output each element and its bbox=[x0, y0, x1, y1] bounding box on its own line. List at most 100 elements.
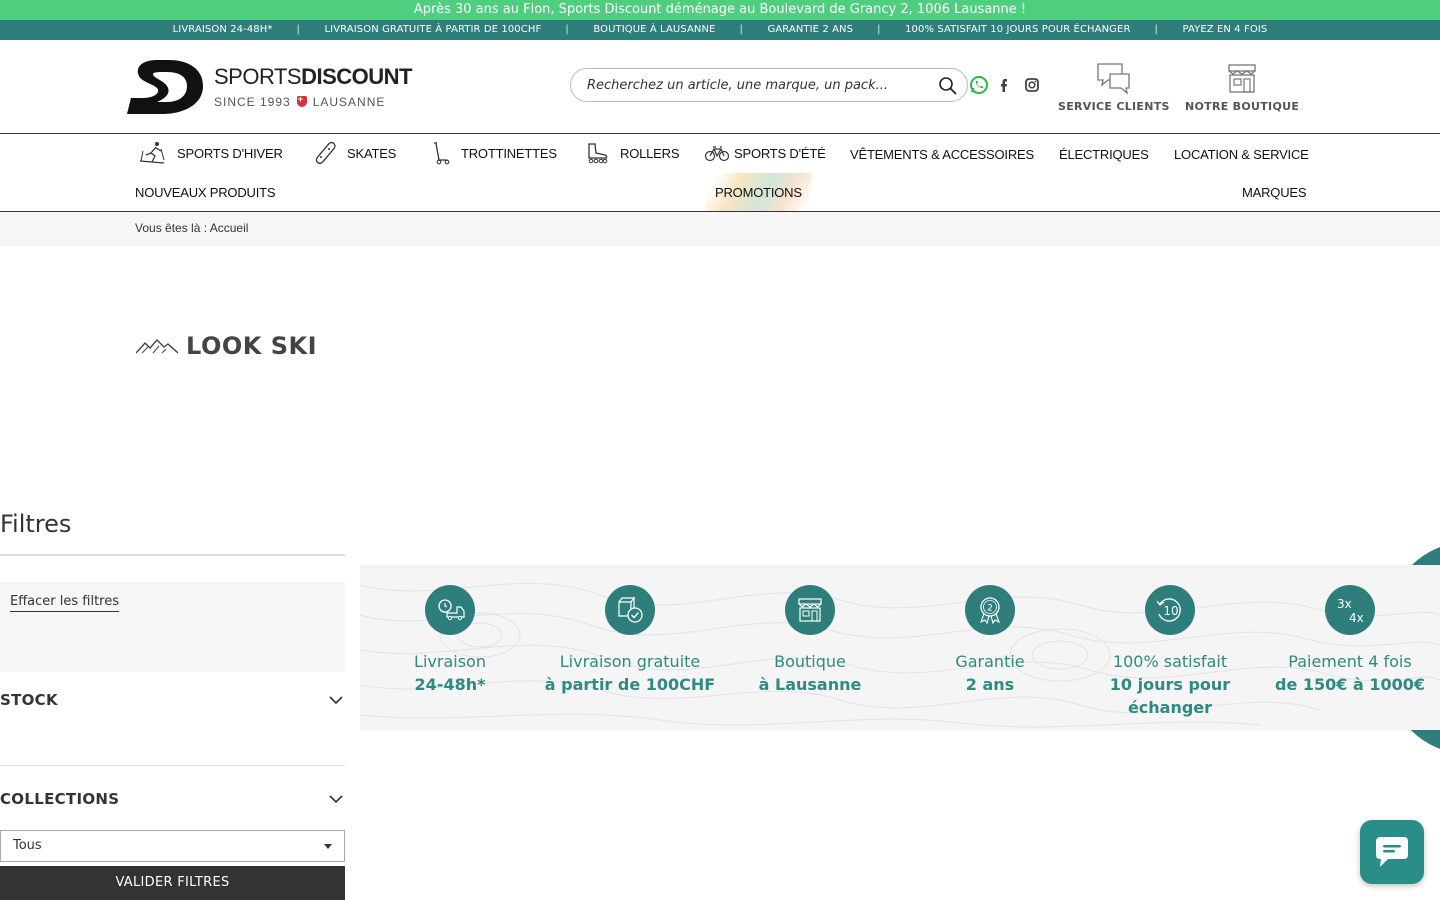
nav-rollers[interactable]: ROLLERS bbox=[586, 141, 679, 165]
feature-line2: 2 ans bbox=[965, 675, 1015, 694]
feature-line1: Livraison bbox=[414, 652, 486, 671]
feature-livraison: Livraison 24-48h* bbox=[360, 585, 540, 696]
feature-line2: à partir de 100CHF bbox=[544, 675, 716, 694]
service-clients-label: SERVICE CLIENTS bbox=[1058, 100, 1170, 113]
logo-since-text: SINCE 1993 bbox=[214, 95, 291, 109]
scooter-icon bbox=[434, 142, 450, 165]
notre-boutique-label: NOTRE BOUTIQUE bbox=[1185, 100, 1300, 113]
validate-filters-button[interactable]: VALIDER FILTRES bbox=[0, 866, 345, 900]
nav-electriques[interactable]: ÉLECTRIQUES bbox=[1059, 142, 1149, 166]
chevron-down-icon bbox=[329, 696, 343, 705]
nav-skates[interactable]: SKATES bbox=[313, 141, 396, 165]
instagram-icon[interactable] bbox=[1022, 75, 1042, 95]
breadcrumb: Vous êtes là : Accueil bbox=[0, 212, 1440, 246]
usp-item: 100% SATISFAIT 10 JOURS POUR ÉCHANGER bbox=[877, 20, 1156, 40]
nav-label: MARQUES bbox=[1242, 184, 1307, 200]
feature-line2: 10 jours pour échanger bbox=[1109, 675, 1231, 717]
skateboard-icon bbox=[315, 141, 336, 164]
nav-label: VÊTEMENTS & ACCESSOIRES bbox=[850, 146, 1034, 162]
caret-down-icon bbox=[324, 844, 332, 849]
nav-label: ROLLERS bbox=[620, 145, 680, 161]
feature-line1: Boutique bbox=[774, 652, 846, 671]
announcement-banner: Après 30 ans au Flon, Sports Discount dé… bbox=[0, 0, 1440, 20]
nav-location[interactable]: LOCATION & SERVICE bbox=[1174, 142, 1309, 166]
nav-label: TROTTINETTES bbox=[461, 145, 557, 161]
nav-marques[interactable]: MARQUES bbox=[1242, 180, 1307, 204]
nav-sports-ete[interactable]: SPORTS D'ÉTÉ bbox=[704, 141, 826, 165]
facet-stock[interactable]: STOCK bbox=[0, 691, 345, 709]
usp-bar: LIVRAISON 24-48H* LIVRAISON GRATUITE À P… bbox=[0, 20, 1440, 40]
feature-satisfait: 10 100% satisfait 10 jours pour échanger bbox=[1080, 585, 1260, 719]
facebook-icon[interactable] bbox=[994, 75, 1014, 95]
logo-mark-icon bbox=[127, 60, 203, 114]
service-clients-button[interactable]: SERVICE CLIENTS bbox=[1058, 62, 1170, 113]
logo-since: SINCE 1993 LAUSANNE bbox=[214, 94, 386, 109]
site-logo[interactable]: SPORTSDISCOUNT SINCE 1993 LAUSANNE bbox=[127, 58, 412, 118]
nav-label: PROMOTIONS bbox=[715, 184, 802, 200]
feature-line1: 100% satisfait bbox=[1112, 652, 1228, 671]
logo-brand-bold: DISCOUNT bbox=[301, 64, 412, 89]
feature-line1: Garantie bbox=[955, 652, 1025, 671]
logo-city: LAUSANNE bbox=[312, 95, 386, 109]
feature-line2: 24-48h* bbox=[414, 675, 486, 694]
nav-sports-hiver[interactable]: SPORTS D'HIVER bbox=[137, 141, 283, 165]
features-strip: Livraison 24-48h* Livraison gratuite à p… bbox=[360, 565, 1440, 730]
clear-filters-box: Effacer les filtres bbox=[0, 582, 345, 672]
usp-item: LIVRAISON GRATUITE À PARTIR DE 100CHF bbox=[297, 20, 568, 40]
nav-vetements[interactable]: VÊTEMENTS & ACCESSOIRES bbox=[850, 142, 1034, 166]
logo-brand-light: SPORTS bbox=[214, 64, 302, 89]
nav-label: SPORTS D'HIVER bbox=[177, 145, 283, 161]
skier-icon bbox=[139, 142, 165, 164]
usp-item: GARANTIE 2 ANS bbox=[739, 20, 879, 40]
bicycle-icon bbox=[704, 146, 730, 162]
feature-line2: à Lausanne bbox=[758, 675, 862, 694]
nav-trottinettes[interactable]: TROTTINETTES bbox=[427, 141, 557, 165]
chat-icon bbox=[1376, 837, 1408, 867]
store-icon bbox=[785, 585, 835, 635]
roller-skate-icon bbox=[588, 143, 608, 164]
nav-nouveaux-produits[interactable]: NOUVEAUX PRODUITS bbox=[135, 180, 276, 204]
nav-label: LOCATION & SERVICE bbox=[1174, 146, 1309, 162]
feature-livraison-gratuite: Livraison gratuite à partir de 100CHF bbox=[540, 585, 720, 696]
nav-label: SPORTS D'ÉTÉ bbox=[734, 145, 826, 161]
feature-boutique: Boutique à Lausanne bbox=[720, 585, 900, 696]
usp-item: LIVRAISON 24-48H* bbox=[172, 24, 273, 35]
site-header: SPORTSDISCOUNT SINCE 1993 LAUSANNE SERVIC… bbox=[0, 40, 1440, 134]
swiss-cross-icon bbox=[296, 94, 307, 107]
filters-title: Filtres bbox=[0, 510, 345, 556]
usp-item: PAYEZ EN 4 FOIS bbox=[1155, 20, 1294, 40]
live-chat-button[interactable] bbox=[1360, 820, 1424, 884]
page-title: LOOK SKI bbox=[136, 332, 317, 360]
ten-days-number: 10 bbox=[1163, 604, 1178, 618]
warranty-badge-number: 2 bbox=[987, 604, 993, 614]
search-icon[interactable] bbox=[938, 76, 958, 96]
delivery-truck-icon bbox=[425, 585, 475, 635]
collections-select[interactable]: Tous bbox=[0, 830, 345, 862]
chat-bubbles-icon bbox=[1097, 63, 1130, 95]
feature-paiement: 3x 4x Paiement 4 fois de 150€ à 1000€ bbox=[1260, 585, 1440, 696]
whatsapp-icon[interactable] bbox=[969, 75, 989, 95]
search-input[interactable] bbox=[587, 75, 927, 95]
installments-3x: 3x bbox=[1337, 597, 1352, 611]
feature-line2: de 150€ à 1000€ bbox=[1274, 675, 1425, 694]
usp-item: BOUTIQUE À LAUSANNE bbox=[565, 20, 741, 40]
notre-boutique-button[interactable]: NOTRE BOUTIQUE bbox=[1185, 62, 1299, 113]
clear-filters-link[interactable]: Effacer les filtres bbox=[10, 594, 120, 612]
nav-label: NOUVEAUX PRODUITS bbox=[135, 184, 276, 200]
collections-select-value: Tous bbox=[13, 838, 42, 853]
main-nav: SPORTS D'HIVER SKATES TROTTINETTES ROLLE… bbox=[0, 134, 1440, 212]
logo-brand: SPORTSDISCOUNT bbox=[214, 64, 412, 90]
facet-divider bbox=[0, 765, 345, 766]
chevron-down-icon bbox=[329, 795, 343, 804]
warranty-badge-icon: 2 bbox=[965, 585, 1015, 635]
facet-collections[interactable]: COLLECTIONS bbox=[0, 790, 345, 808]
installments-icon: 3x 4x bbox=[1325, 585, 1375, 635]
filters-panel: Filtres Effacer les filtres STOCK COLLEC… bbox=[0, 510, 345, 900]
ten-days-return-icon: 10 bbox=[1145, 585, 1195, 635]
facet-collections-label: COLLECTIONS bbox=[0, 790, 120, 808]
storefront-icon bbox=[1228, 64, 1256, 93]
feature-line1: Paiement 4 fois bbox=[1288, 652, 1412, 671]
feature-line1: Livraison gratuite bbox=[559, 652, 701, 671]
page-title-text: LOOK SKI bbox=[186, 332, 318, 360]
nav-promotions[interactable]: PROMOTIONS bbox=[705, 173, 812, 211]
